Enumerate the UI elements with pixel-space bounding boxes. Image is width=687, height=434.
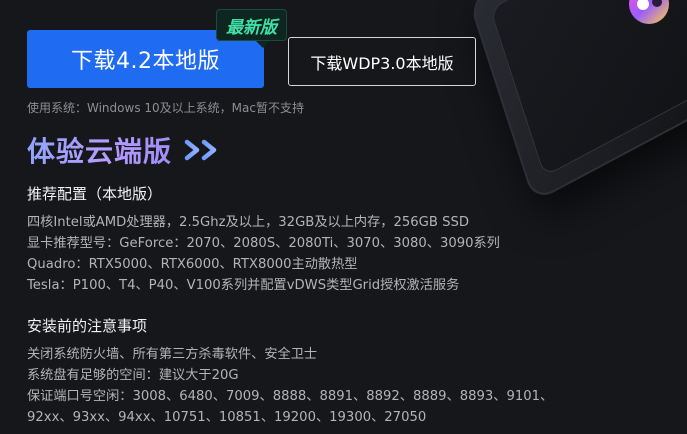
install-notes-title: 安装前的注意事项	[27, 317, 148, 335]
install-notes-list: 关闭系统防火墙、所有第三方杀毒软件、安全卫士 系统盘有足够的空间：建议大于20G…	[27, 344, 553, 428]
download-wdp-3-0-button[interactable]: 下载WDP3.0本地版	[288, 37, 476, 86]
recommended-config-line: 四核Intel或AMD处理器，2.5Ghz及以上，32GB及以上内存，256GB…	[27, 215, 469, 230]
latest-version-badge: 最新版	[216, 9, 287, 48]
download-page: 下载4.2本地版 最新版 下载WDP3.0本地版 使用系统：Windows 10…	[0, 0, 687, 434]
try-cloud-version-link[interactable]: 体验云端版	[27, 130, 222, 170]
double-chevron-right-icon	[184, 139, 217, 161]
install-note-line: 关闭系统防火墙、所有第三方杀毒软件、安全卫士	[27, 347, 318, 362]
install-note-line: 保证端口号空闲：3008、6480、7009、8888、8891、8892、88…	[27, 389, 554, 404]
recommended-config-line: Tesla：P100、T4、P40、V100系列并配置vDWS类型Grid授权激…	[27, 278, 460, 293]
recommended-config-list: 四核Intel或AMD处理器，2.5Ghz及以上，32GB及以上内存，256GB…	[27, 212, 500, 296]
install-note-line: 系统盘有足够的空间：建议大于20G	[27, 368, 239, 383]
recommended-config-line: 显卡推荐型号：GeForce：2070、2080S、2080Ti、3070、30…	[27, 236, 500, 251]
install-note-line: 92xx、93xx、94xx、10751、10851、19200、19300、2…	[27, 410, 427, 425]
system-requirements-note: 使用系统：Windows 10及以上系统，Mac暂不支持	[27, 101, 304, 115]
app-logo-icon	[629, 0, 669, 24]
try-cloud-version-label: 体验云端版	[27, 130, 172, 170]
download-wdp-3-0-label: 下载WDP3.0本地版	[310, 53, 454, 73]
recommended-config-line: Quadro：RTX5000、RTX6000、RTX8000主动散热型	[27, 257, 358, 272]
latest-version-badge-label: 最新版	[226, 17, 277, 38]
recommended-config-title: 推荐配置（本地版）	[27, 185, 163, 203]
download-local-4-2-label: 下载4.2本地版	[71, 49, 220, 74]
